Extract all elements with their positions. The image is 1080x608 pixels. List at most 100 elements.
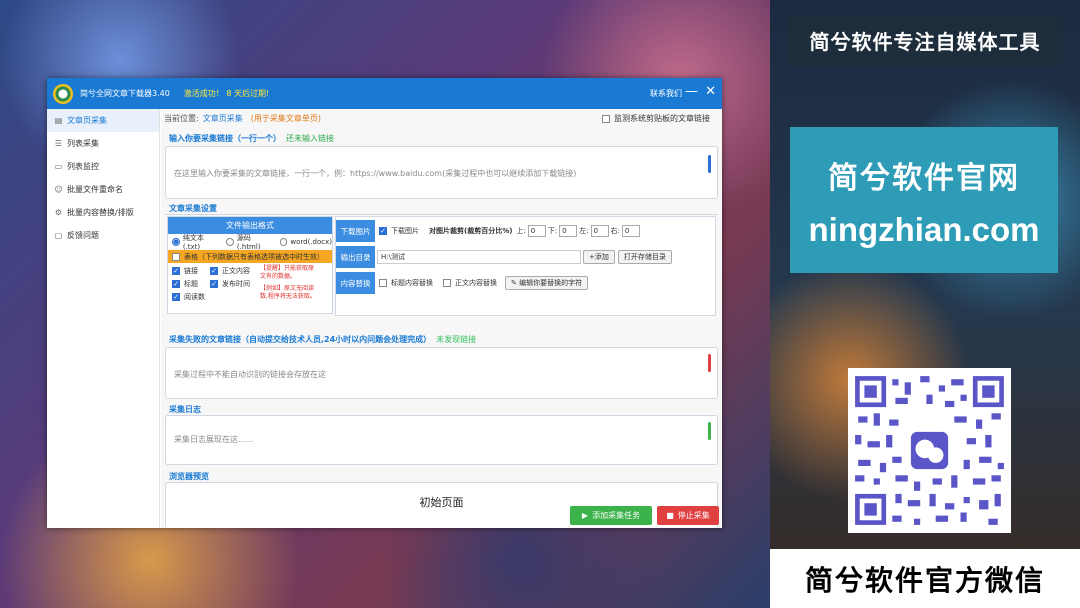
replace-label: 内容替换 xyxy=(336,272,375,294)
body-replace-label: 正文内容替换 xyxy=(455,279,497,287)
monitor-clipboard-label: 监测系统剪贴板的文章链接 xyxy=(614,114,710,123)
option-title-label: 标题 xyxy=(184,279,198,288)
output-dir-row: 输出目录 H:\测试 +添加 打开存储目录 xyxy=(336,246,717,268)
checkbox-checked[interactable]: ✓ xyxy=(172,279,180,288)
minimize-button[interactable]: — xyxy=(685,84,698,100)
scrollbar[interactable] xyxy=(708,354,711,372)
play-icon: ▶ xyxy=(581,511,589,520)
download-images-check-label: 下载图片 xyxy=(391,227,419,235)
failed-links-textarea[interactable]: 采集过程中不能自动识别的链接会存放在这 xyxy=(165,347,718,399)
sidebar-item-label: 列表监控 xyxy=(67,162,99,171)
option-publish-time[interactable]: ✓ 发布时间 xyxy=(210,278,256,289)
activation-status: 激活成功！ 8 天后过期! xyxy=(183,89,270,98)
promo-top-banner: 简兮软件专注自媒体工具 xyxy=(787,14,1063,66)
log-placeholder: 采集日志展现在这...... xyxy=(174,435,254,444)
table-option-label: 表格（下列数据只有表格选项被选中时生效） xyxy=(184,252,324,261)
settings-label: 文章采集设置 xyxy=(169,203,217,214)
output-format-header: 文件输出格式 xyxy=(168,217,332,234)
radio-docx[interactable] xyxy=(279,238,288,246)
sidebar-item-batch-replace[interactable]: ⚙ 批量内容替换/排版 xyxy=(47,201,159,224)
download-images-checkbox[interactable]: ✓ xyxy=(379,227,387,235)
input-links-placeholder: 在这里输入你要采集的文章链接，一行一个，例：https://www.baidu.… xyxy=(174,169,577,178)
edit-replace-label: 编辑你要替换的字符 xyxy=(519,279,583,287)
sidebar-item-list-collect[interactable]: ☰ 列表采集 xyxy=(47,132,159,155)
sidebar-item-label: 文章页采集 xyxy=(67,116,107,125)
option-publish-time-label: 发布时间 xyxy=(222,279,250,288)
document-icon: ▤ xyxy=(54,116,63,125)
table-checkbox[interactable] xyxy=(172,252,180,261)
crop-right-label: 右: xyxy=(610,227,620,235)
stop-button[interactable]: ■ 停止采集 xyxy=(657,506,719,525)
option-read-count-label: 阅读数 xyxy=(184,292,205,301)
input-links-textarea[interactable]: 在这里输入你要采集的文章链接，一行一个，例：https://www.baidu.… xyxy=(165,146,718,199)
app-title: 简兮全网文章下载器3.40 xyxy=(80,89,170,98)
crop-top-spinner[interactable]: 0 xyxy=(527,225,546,237)
option-link[interactable]: ✓ 链接 xyxy=(172,265,210,276)
promo-site-line2: ningzhian.com xyxy=(808,211,1040,248)
failed-links-title: 采集失败的文章链接（自动提交给技术人员,24小时以内问题会处理完成） xyxy=(169,335,432,344)
close-button[interactable]: ✕ xyxy=(705,84,716,100)
option-read-count[interactable]: ✓ 阅读数 xyxy=(172,291,210,302)
option-content[interactable]: ✓ 正文内容 xyxy=(210,265,256,276)
failed-links-label: 采集失败的文章链接（自动提交给技术人员,24小时以内问题会处理完成） 未发现链接 xyxy=(169,334,476,345)
monitor-clipboard-checkbox[interactable]: 监测系统剪贴板的文章链接 xyxy=(602,113,710,124)
format-radio-group: 纯文本(.txt) 源码(.html) word(.docx) xyxy=(168,234,332,251)
download-images-label: 下载图片 xyxy=(336,220,375,242)
sidebar-item-label: 反馈问题 xyxy=(67,231,99,240)
open-dir-button[interactable]: 打开存储目录 xyxy=(617,250,672,264)
checkbox-box[interactable] xyxy=(602,114,610,123)
sidebar-item-batch-rename[interactable]: ☺ 批量文件重命名 xyxy=(47,178,159,201)
failed-links-placeholder: 采集过程中不能自动识别的链接会存放在这 xyxy=(174,370,326,379)
sidebar-item-feedback[interactable]: ▢ 反馈问题 xyxy=(47,224,159,247)
warning-reminder: 【提醒】只能获取原文有的数据。 xyxy=(260,265,315,280)
crop-bottom-spinner[interactable]: 0 xyxy=(559,225,578,237)
scrollbar[interactable] xyxy=(708,155,711,173)
sidebar-item-list-monitor[interactable]: ▭ 列表监控 xyxy=(47,155,159,178)
format-docx-label: word(.docx) xyxy=(290,238,332,246)
rename-icon: ☺ xyxy=(54,185,63,194)
checkbox-checked[interactable]: ✓ xyxy=(210,266,218,275)
checkbox-checked[interactable]: ✓ xyxy=(172,292,180,301)
warning-example: 【例如】原文无阅读数,程序将无法获取。 xyxy=(260,285,316,300)
preview-label: 浏览器预览 xyxy=(169,471,209,482)
title-replace-checkbox[interactable] xyxy=(379,279,387,287)
edit-replace-button[interactable]: ✎ 编辑你要替换的字符 xyxy=(505,276,589,290)
contact-us-link[interactable]: 联系我们 xyxy=(650,88,682,99)
checkbox-checked[interactable]: ✓ xyxy=(172,266,180,275)
log-textarea[interactable]: 采集日志展现在这...... xyxy=(165,415,718,465)
option-content-label: 正文内容 xyxy=(222,266,250,275)
sidebar: ▤ 文章页采集 ☰ 列表采集 ▭ 列表监控 ☺ 批量文件重命名 ⚙ 批量内容替换… xyxy=(47,109,160,528)
breadcrumb-prefix: 当前位置: xyxy=(164,114,199,123)
table-options: ✓ 链接 ✓ 标题 ✓ 阅读数 ✓ 正文内容 ✓ 发布时间 【提醒】只能获取原文有的数据。… xyxy=(168,263,332,304)
title-bar: 简兮全网文章下载器3.40 激活成功！ 8 天后过期! 联系我们 — ✕ xyxy=(47,78,722,109)
radio-html[interactable] xyxy=(226,238,234,246)
app-window: 简兮全网文章下载器3.40 激活成功！ 8 天后过期! 联系我们 — ✕ ▤ 文… xyxy=(47,78,722,528)
crop-top-label: 上: xyxy=(516,227,526,235)
app-logo-icon xyxy=(53,83,73,104)
crop-bottom-label: 下: xyxy=(547,227,558,235)
replace-row: 内容替换 标题内容替换 正文内容替换 ✎ 编辑你要替换的字符 xyxy=(336,272,717,294)
sidebar-item-article-collect[interactable]: ▤ 文章页采集 xyxy=(47,109,159,132)
input-links-hint: 还未输入链接 xyxy=(286,134,334,143)
stop-icon: ■ xyxy=(666,511,674,520)
crop-left-spinner[interactable]: 0 xyxy=(590,225,609,237)
scrollbar[interactable] xyxy=(708,422,711,440)
table-option[interactable]: 表格（下列数据只有表格选项被选中时生效） xyxy=(168,250,332,263)
breadcrumb-note: (用于采集文章单页) xyxy=(250,114,321,123)
settings-grid: 下载图片 ✓ 下载图片 对图片裁剪(裁剪百分比%) 上: 0 下: 0 左: 0 右:… xyxy=(335,216,716,316)
add-dir-button[interactable]: +添加 xyxy=(583,250,615,264)
checkbox-checked[interactable]: ✓ xyxy=(210,279,218,288)
sidebar-item-label: 批量内容替换/排版 xyxy=(67,208,134,217)
output-dir-field[interactable]: H:\测试 xyxy=(377,250,581,264)
feedback-icon: ▢ xyxy=(54,231,63,240)
option-title[interactable]: ✓ 标题 xyxy=(172,278,210,289)
body-replace-checkbox[interactable] xyxy=(443,279,451,287)
output-format-panel: 文件输出格式 纯文本(.txt) 源码(.html) word(.docx) 表… xyxy=(167,216,333,314)
monitor-icon: ▭ xyxy=(54,162,63,171)
crop-right-spinner[interactable]: 0 xyxy=(621,225,640,237)
radio-txt[interactable] xyxy=(172,238,180,246)
log-title: 采集日志 xyxy=(169,405,201,414)
option-link-label: 链接 xyxy=(184,266,198,275)
promo-website-card: 简兮软件官网 ningzhian.com xyxy=(790,127,1058,273)
add-task-button[interactable]: ▶ 添加采集任务 xyxy=(570,506,652,525)
